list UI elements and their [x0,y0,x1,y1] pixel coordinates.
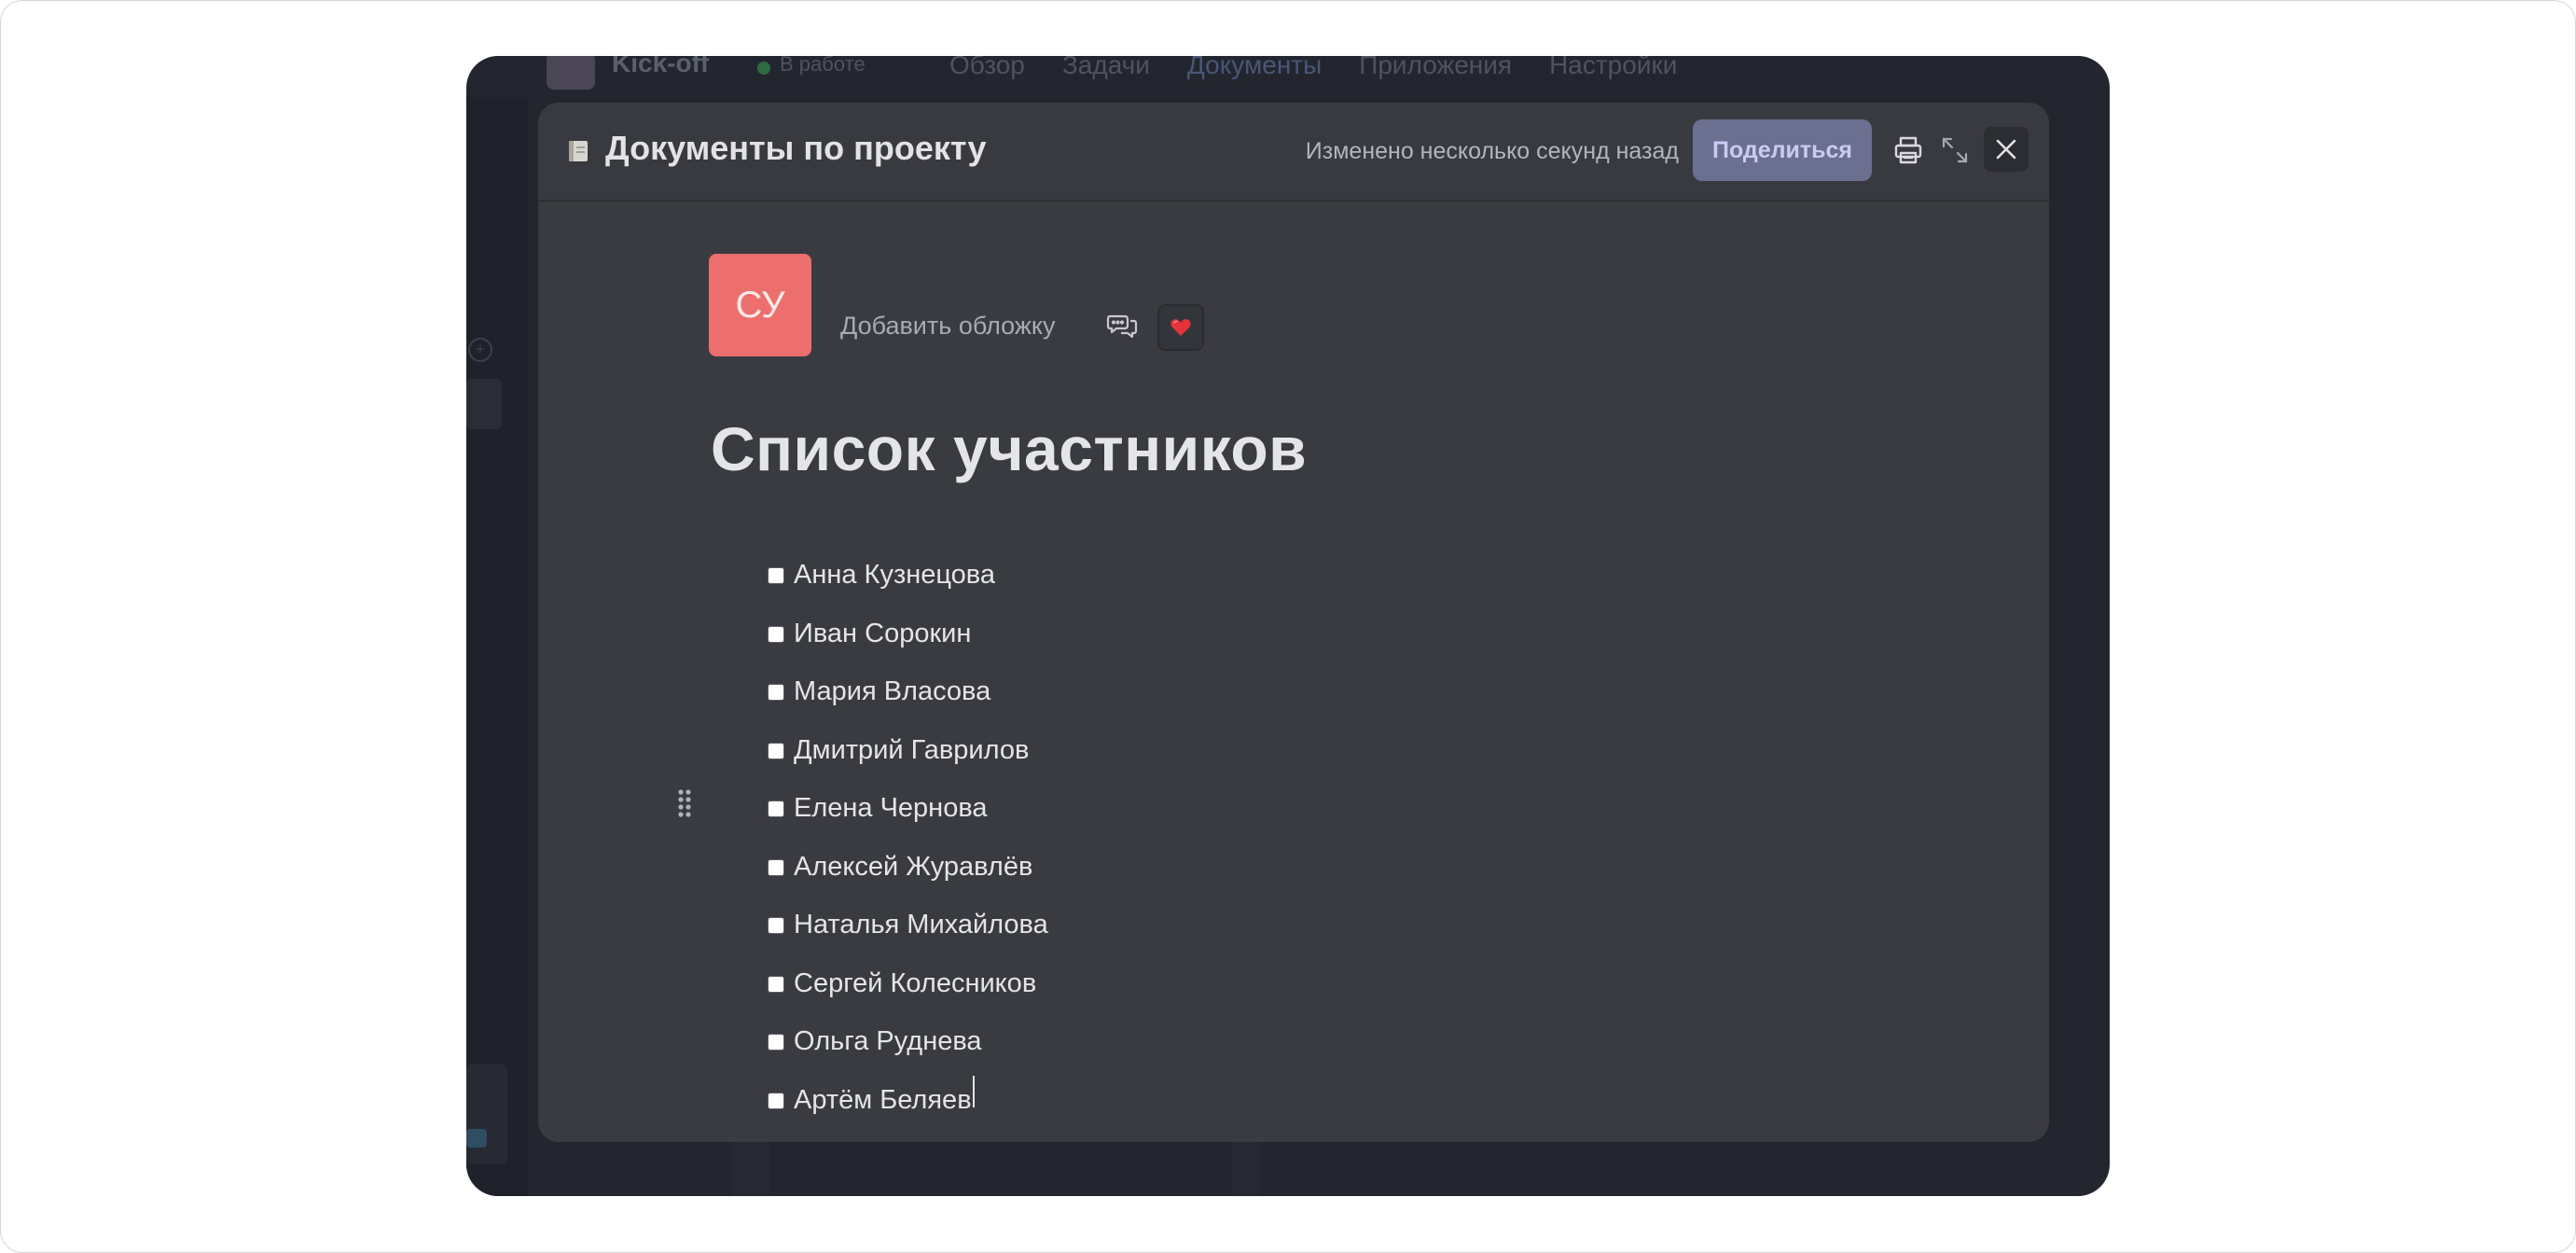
project-logo [547,56,595,90]
checklist-item: Мария Власова [768,667,1048,726]
checklist-item-label[interactable]: Анна Кузнецова [794,562,995,589]
checklist-item: Иван Сорокин [768,609,1048,668]
checklist-item-label[interactable]: Мария Власова [794,678,990,705]
checklist-item-label[interactable]: Сергей Колесников [794,969,1036,997]
status-dot-icon [757,62,770,75]
checklist-item-label[interactable]: Наталья Михайлова [794,912,1048,939]
checkbox[interactable] [768,1034,784,1051]
checklist-item-label[interactable]: Ольга Руднева [794,1028,982,1055]
checklist-item-label[interactable]: Елена Чернова [794,795,988,822]
heart-icon [1170,319,1191,336]
checklist-item: Ольга Руднева [768,1017,1048,1076]
checkbox[interactable] [768,858,784,876]
checklist-item-label[interactable]: Артём Беляев [794,1086,972,1114]
page-heading[interactable]: Список участников [711,413,1307,484]
background-topbar: Kick-off В работе Обзор Задачи Документы… [466,56,2110,97]
document-icon [569,141,588,161]
checklist-item-label[interactable]: Дмитрий Гаврилов [794,736,1029,764]
sidebar-card [466,1064,507,1164]
modified-status: Изменено несколько секунд назад [1305,138,1679,164]
reaction-button[interactable] [1157,304,1204,351]
checkbox[interactable] [768,684,784,701]
printer-icon[interactable] [1889,131,1928,170]
checkbox[interactable] [768,625,784,643]
share-button[interactable]: Поделиться [1693,119,1872,181]
checklist-item: Дмитрий Гаврилов [768,726,1048,785]
checklist-item: Алексей Журавлёв [768,842,1048,901]
checklist-item-label[interactable]: Иван Сорокин [794,620,971,647]
project-status: В работе [780,56,866,76]
project-nav: Обзор Задачи Документы Приложения Настро… [949,56,1677,80]
participant-checklist: Анна Кузнецова Иван Сорокин Мария Власов… [768,550,1048,1134]
checkbox[interactable] [768,742,784,759]
nav-tab-documents[interactable]: Документы [1187,56,1322,80]
checkbox[interactable] [768,567,784,584]
document-modal: Документы по проекту Изменено несколько … [538,103,2049,1142]
nav-tab-tasks[interactable]: Задачи [1062,56,1150,80]
add-circle-icon: + [468,338,492,362]
checklist-item: Сергей Колесников [768,959,1048,1018]
project-name: Kick-off [612,56,710,77]
checklist-item-label[interactable]: Алексей Журавлёв [794,853,1032,881]
sidebar-item [466,379,502,429]
comments-icon[interactable] [1103,308,1141,345]
checklist-item: Наталья Михайлова [768,900,1048,959]
text-cursor [972,1075,975,1107]
background-sidebar [466,97,528,1196]
nav-tab-apps[interactable]: Приложения [1359,56,1512,80]
checkbox[interactable] [768,1092,784,1109]
checkbox[interactable] [768,917,784,934]
app-window: Kick-off В работе Обзор Задачи Документы… [466,56,2110,1196]
checkbox[interactable] [768,975,784,993]
nav-tab-settings[interactable]: Настройки [1549,56,1677,80]
modal-title: Документы по проекту [605,129,987,167]
expand-icon[interactable] [1935,131,1974,170]
drag-handle-icon[interactable] [676,788,693,818]
checklist-item: Елена Чернова [768,784,1048,842]
checklist-item: Артём Беляев [768,1075,1048,1135]
checklist-item: Анна Кузнецова [768,550,1048,609]
sidebar-tag [466,1129,487,1148]
close-icon[interactable] [1984,127,2029,172]
modal-header: Документы по проекту Изменено несколько … [538,103,2049,202]
nav-tab-overview[interactable]: Обзор [949,56,1025,80]
page-avatar[interactable]: СУ [709,254,811,356]
checkbox[interactable] [768,801,784,817]
add-cover-button[interactable]: Добавить обложку [840,312,1056,341]
